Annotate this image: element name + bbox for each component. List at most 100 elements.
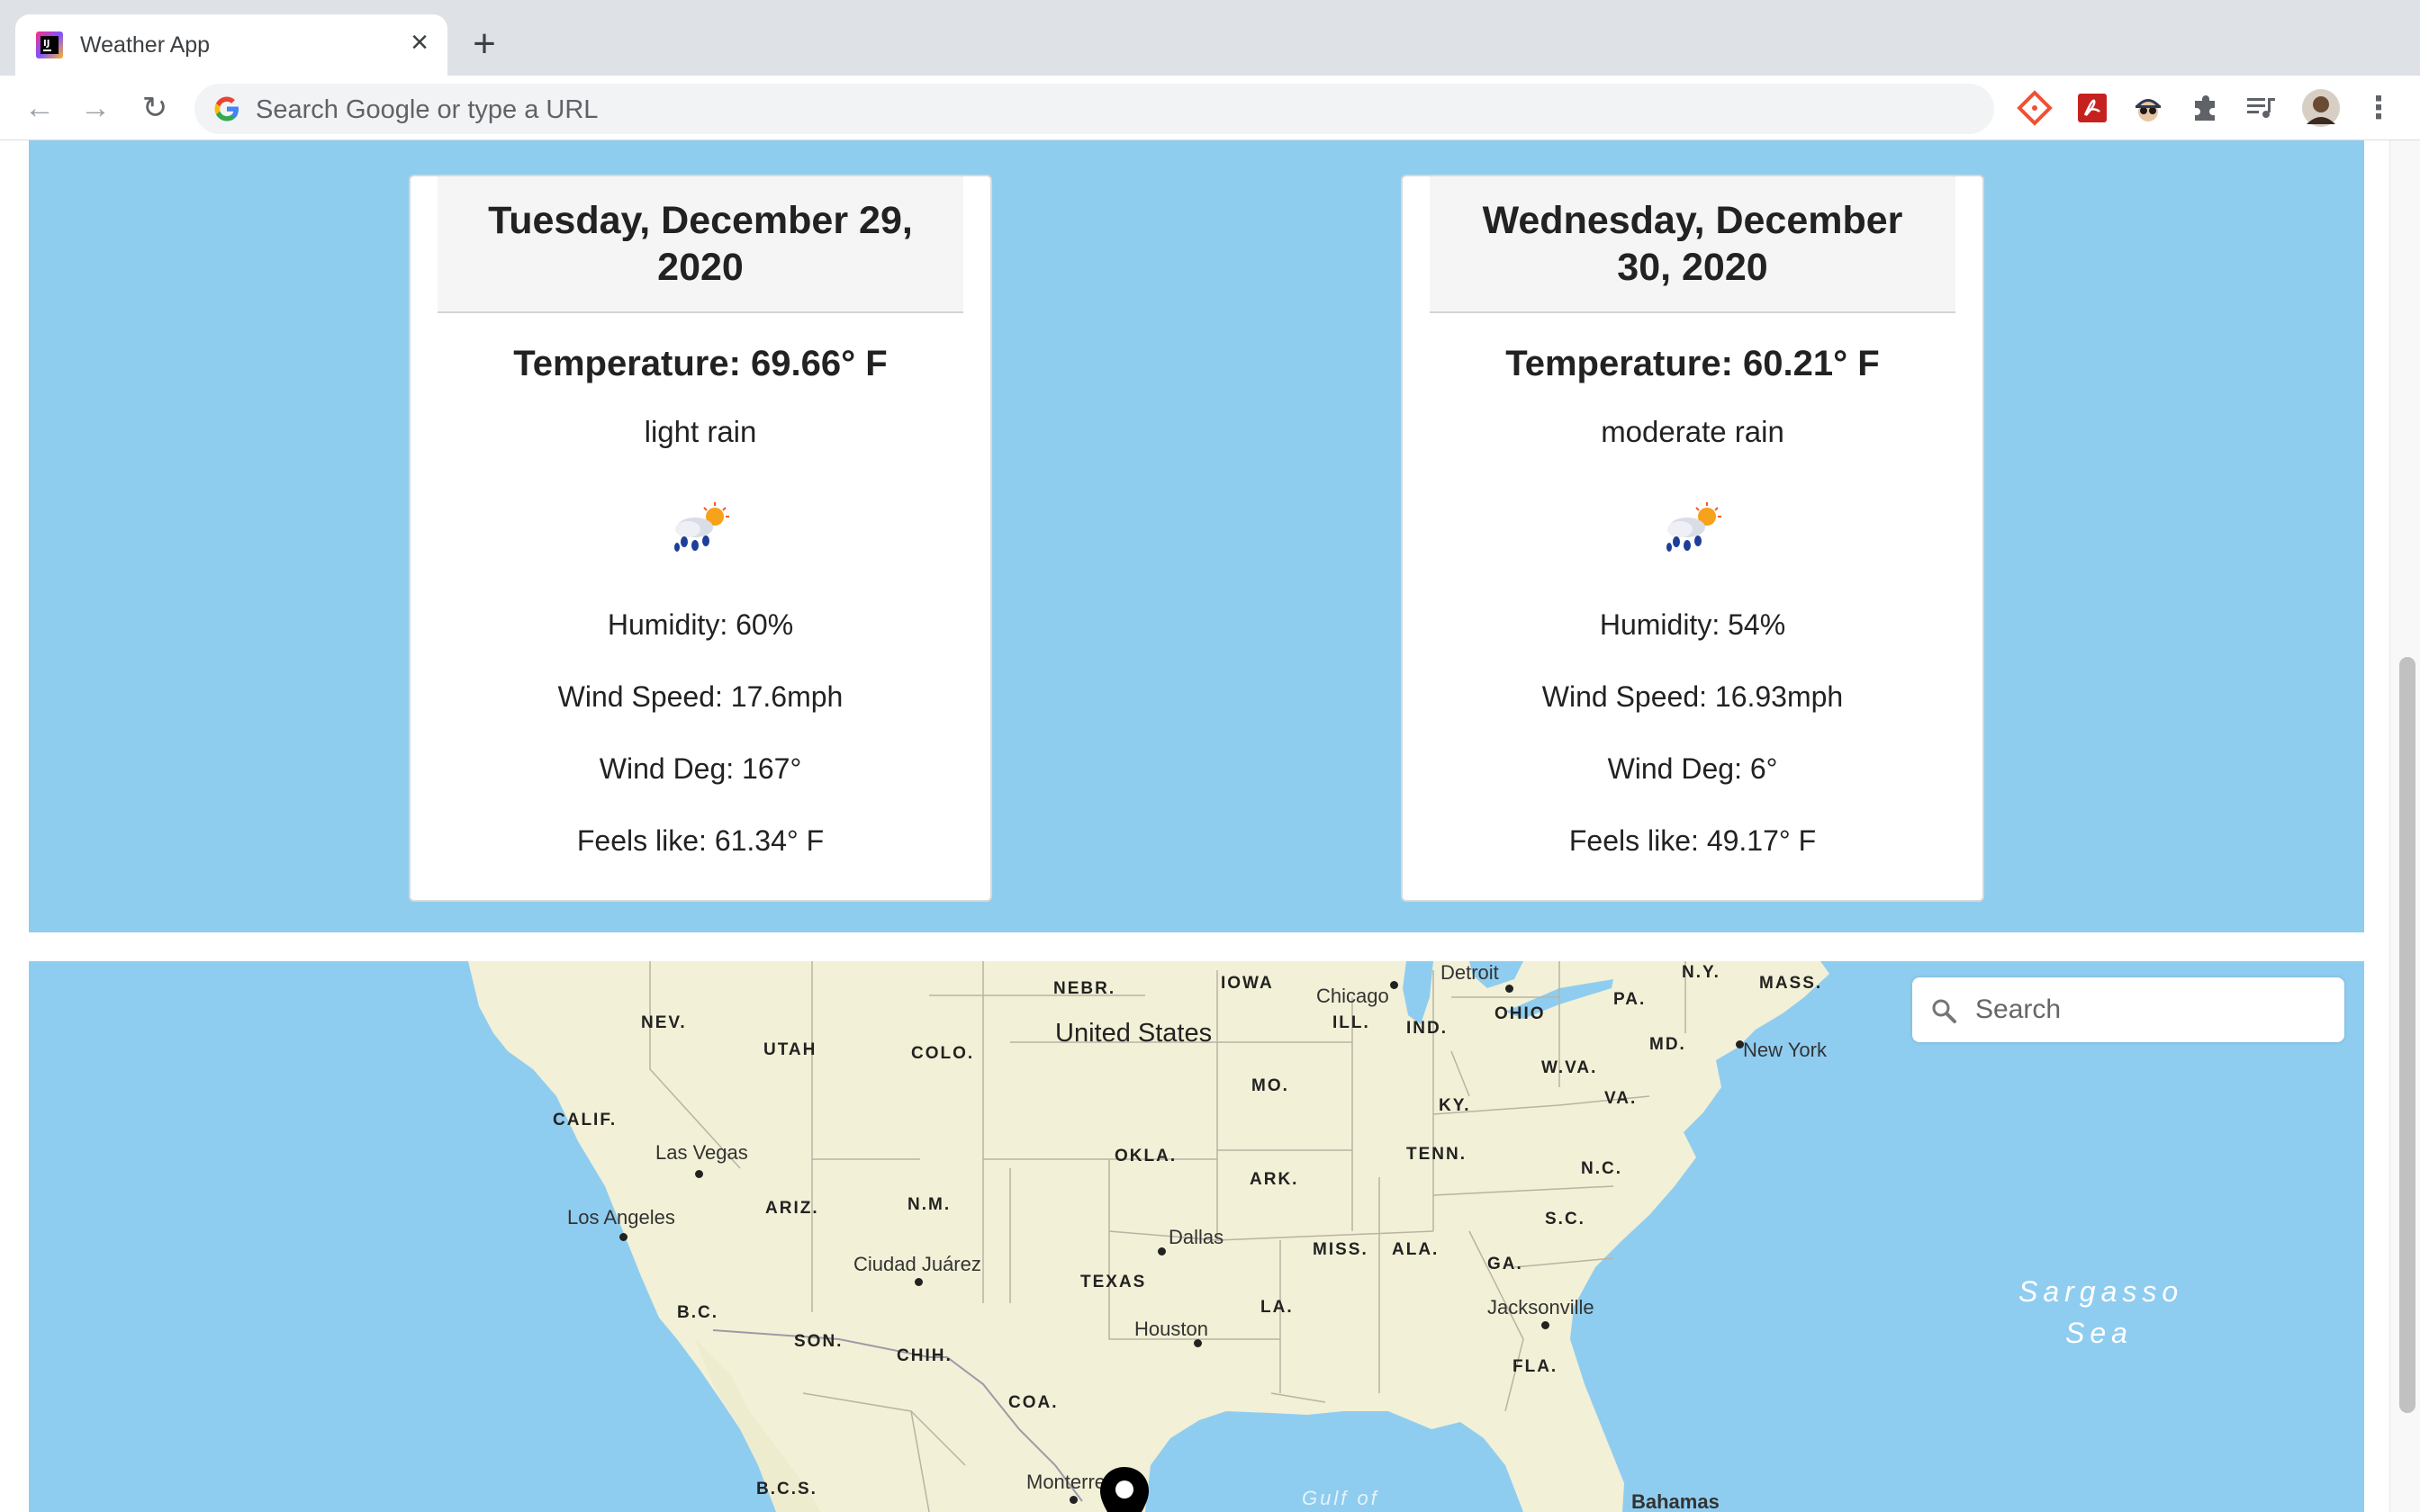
map-city: New York <box>1743 1039 1827 1061</box>
map-city-dot <box>915 1278 923 1286</box>
tab-strip: IJ Weather App × + <box>0 0 2420 76</box>
rain-sun-icon <box>1666 502 1721 552</box>
omnibox[interactable]: Search Google or type a URL <box>194 84 1994 134</box>
forecast-card: Tuesday, December 29, 2020 Temperature: … <box>409 175 992 902</box>
tab-title: Weather App <box>80 32 211 58</box>
map-label-state: IND. <box>1406 1019 1448 1038</box>
map-city: Jacksonville <box>1487 1296 1594 1318</box>
map-label-state: N.Y. <box>1682 963 1720 982</box>
new-tab-button[interactable]: + <box>466 24 502 64</box>
tab-close-icon[interactable]: × <box>404 27 435 58</box>
map-label-state: MASS. <box>1759 974 1823 993</box>
map-city-dot <box>1390 981 1398 989</box>
map-city: Chicago <box>1316 985 1389 1007</box>
scrollbar-thumb[interactable] <box>2399 657 2415 1413</box>
card-wind-deg: Wind Deg: 167° <box>599 752 802 785</box>
map-marker-icon[interactable] <box>1098 1465 1151 1512</box>
map-city-dot <box>1070 1496 1078 1504</box>
search-icon <box>1932 999 1956 1023</box>
map-label-state: B.C.S. <box>756 1480 817 1498</box>
map-label-state: NEV. <box>641 1013 687 1032</box>
tab-weather-app[interactable]: IJ Weather App × <box>15 14 447 76</box>
card-wind-speed: Wind Speed: 17.6mph <box>557 680 844 713</box>
map-label-state: COLO. <box>911 1044 975 1063</box>
map-label-state: CHIH. <box>897 1346 953 1365</box>
card-wind-deg: Wind Deg: 6° <box>1607 752 1778 785</box>
map-city-dot <box>695 1170 703 1178</box>
map-label-region: Bahamas <box>1631 1490 1720 1512</box>
map-label-state: PA. <box>1613 990 1647 1009</box>
map-label-sea: Gulf of <box>1302 1487 1379 1509</box>
map-city: Ciudad Juárez <box>853 1253 981 1275</box>
map-city: Dallas <box>1169 1226 1224 1248</box>
map-label-state: OHIO <box>1494 1004 1546 1023</box>
map-label-state: FLA. <box>1512 1357 1558 1376</box>
map-city: Houston <box>1134 1318 1208 1340</box>
puzzle-icon[interactable] <box>2186 88 2226 128</box>
map-city-dot <box>1541 1321 1549 1329</box>
map-city: Las Vegas <box>655 1141 748 1164</box>
card-description: moderate rain <box>1601 415 1784 448</box>
map-label-state: ALA. <box>1392 1240 1440 1259</box>
map-label-state: ARK. <box>1250 1170 1299 1189</box>
map-label-state: CALIF. <box>553 1111 618 1130</box>
card-temperature: Temperature: 60.21° F <box>1505 344 1880 383</box>
card-temperature: Temperature: 69.66° F <box>513 344 888 383</box>
forward-button[interactable]: → <box>74 86 117 130</box>
map-label-state: MD. <box>1649 1035 1686 1054</box>
map-label-state: NEBR. <box>1053 979 1116 998</box>
map-city: Los Angeles <box>567 1206 675 1228</box>
map-label-state: KY. <box>1439 1096 1471 1115</box>
card-date: Wednesday, December 30, 2020 <box>1482 199 1903 289</box>
page-viewport: Tuesday, December 29, 2020 Temperature: … <box>0 140 2420 1512</box>
map-label-sea: Sea <box>2065 1317 2133 1349</box>
map-city-dot <box>1158 1247 1166 1256</box>
spy-extension-icon[interactable] <box>2128 88 2168 128</box>
chrome-menu-button[interactable]: ⋮ <box>2357 86 2400 130</box>
card-feels-like: Feels like: 61.34° F <box>576 824 825 857</box>
map-label-state: UTAH <box>763 1040 817 1059</box>
map-city-dot <box>619 1233 628 1241</box>
forecast-card: Wednesday, December 30, 2020 Temperature… <box>1401 175 1984 902</box>
map-label-state: GA. <box>1487 1255 1523 1274</box>
avatar[interactable] <box>2301 88 2341 128</box>
map-label-state: SON. <box>794 1332 844 1351</box>
card-date: Tuesday, December 29, 2020 <box>488 199 913 289</box>
card-feels-like: Feels like: 49.17° F <box>1568 824 1817 857</box>
map-label-state: IOWA <box>1221 974 1274 993</box>
map-label-country: United States <box>1055 1019 1213 1048</box>
map-label-state: MO. <box>1251 1076 1289 1095</box>
map-label-state: ILL. <box>1332 1013 1370 1032</box>
map-search-box[interactable] <box>1912 977 2344 1042</box>
map-search-input[interactable] <box>1975 990 2326 1030</box>
card-humidity: Humidity: 60% <box>607 608 794 641</box>
browser-toolbar: ← → ↻ Search Google or type a URL ⋮ <box>0 76 2420 140</box>
rain-sun-icon <box>674 502 729 552</box>
git-icon[interactable] <box>2015 88 2054 128</box>
card-description: light rain <box>644 415 757 448</box>
map-label-state: LA. <box>1260 1298 1294 1317</box>
map-label-state: ARIZ. <box>765 1199 819 1218</box>
map-city: Detroit <box>1440 961 1499 984</box>
map-city-dot <box>1505 985 1513 993</box>
playlist-icon[interactable] <box>2242 88 2281 128</box>
map-label-state: MISS. <box>1313 1240 1368 1259</box>
map[interactable]: NEBR. IOWA NEV. UTAH COLO. ILL. IND. OHI… <box>29 961 2364 1512</box>
map-label-state: TENN. <box>1406 1145 1467 1164</box>
pdf-icon[interactable] <box>2072 88 2112 128</box>
svg-text:IJ: IJ <box>43 39 50 49</box>
scrollbar-track[interactable] <box>2389 140 2420 1512</box>
google-g-icon <box>214 96 239 122</box>
omnibox-placeholder: Search Google or type a URL <box>256 95 599 124</box>
map-label-state: N.C. <box>1581 1159 1622 1178</box>
map-label-state: VA. <box>1604 1089 1638 1108</box>
intellij-favicon-icon: IJ <box>36 32 63 58</box>
map-label-state: N.M. <box>908 1195 952 1214</box>
map-label-state: W.VA. <box>1541 1058 1598 1077</box>
card-wind-speed: Wind Speed: 16.93mph <box>1541 680 1844 713</box>
map-label-state: COA. <box>1008 1393 1059 1412</box>
forecast-section: Tuesday, December 29, 2020 Temperature: … <box>29 140 2364 932</box>
back-button[interactable]: ← <box>18 86 61 130</box>
map-label-state: B.C. <box>677 1303 718 1322</box>
reload-button[interactable]: ↻ <box>133 86 176 130</box>
